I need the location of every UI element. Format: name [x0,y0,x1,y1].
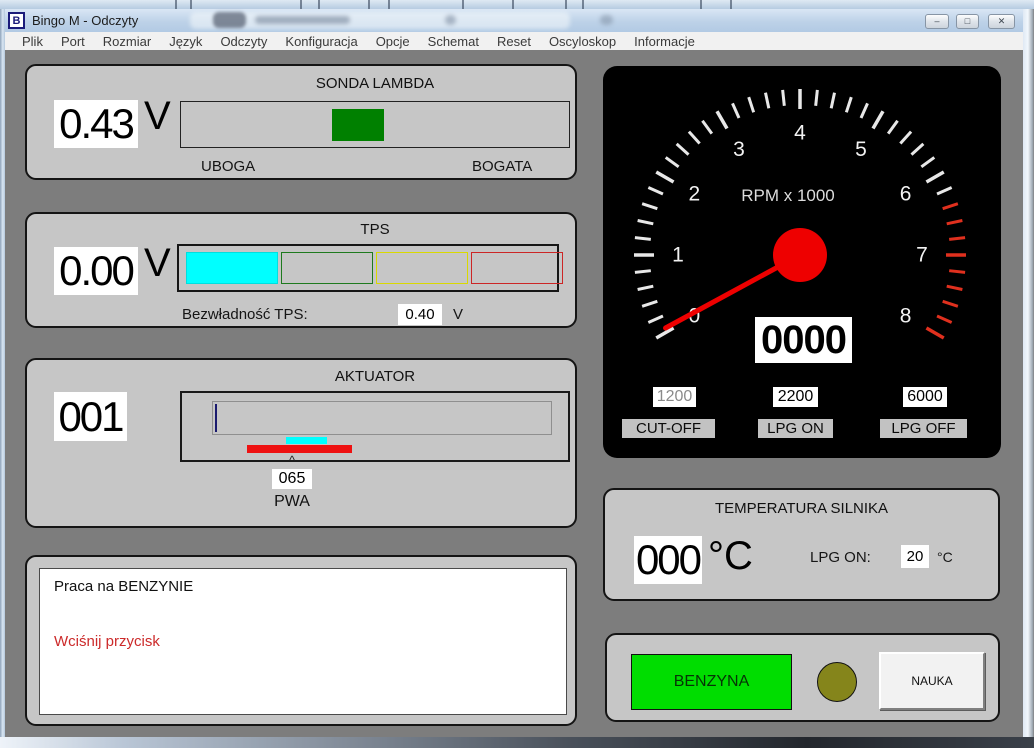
svg-text:5: 5 [855,138,867,161]
window-border-right [1023,9,1034,748]
tps-inertia-field[interactable]: 0.40 [398,304,442,325]
actuator-cursor [215,404,217,432]
actuator-cyan-bar [286,437,327,444]
actuator-red-bar [247,445,352,453]
svg-text:6: 6 [900,183,912,206]
menu-item-rozmiar[interactable]: Rozmiar [94,34,160,49]
background-window-artifact [213,12,246,28]
actuator-frame [180,391,570,462]
menu-item-odczyty[interactable]: Odczyty [211,34,276,49]
learn-button[interactable]: NAUKA [879,652,985,710]
actuator-title: AKTUATOR [180,368,570,385]
menu-item-reset[interactable]: Reset [488,34,540,49]
lambda-rich-label: BOGATA [472,158,532,175]
menu-item-jzyk[interactable]: Język [160,34,211,49]
temperature-value: 000 [634,536,702,584]
actuator-panel: AKTUATOR 001 ^ 065 PWA [25,358,577,528]
lambda-indicator [332,109,384,141]
title-bar: B Bingo M - Odczyty – □ ✕ [0,9,1034,32]
rpm-display: 0000 [755,317,852,363]
tps-unit: V [144,241,171,286]
status-led [817,662,857,702]
window-border-bottom [0,737,1034,748]
lpg-on-temp-unit: °C [937,549,953,565]
fuel-button[interactable]: BENZYNA [631,654,792,710]
svg-text:3: 3 [733,138,745,161]
tps-segment-4 [471,252,563,284]
menu-bar: PlikPortRozmiarJęzykOdczytyKonfiguracjaO… [5,32,1023,50]
tps-segment-3 [376,252,468,284]
tps-bar [177,244,559,292]
temperature-unit: °C [708,534,753,579]
menu-item-schemat[interactable]: Schemat [419,34,488,49]
window-border-left [0,9,5,748]
fuel-panel: BENZYNA NAUKA [605,633,1000,722]
window-title: Bingo M - Odczyty [32,13,138,28]
app-icon: B [8,12,25,29]
threshold-label-lpgon: LPG ON [758,419,833,438]
actuator-value: 001 [54,392,127,441]
temperature-panel: TEMPERATURA SILNIKA 000 °C LPG ON: 20 °C [603,488,1000,601]
maximize-button[interactable]: □ [956,14,979,29]
pwa-value: 065 [272,469,312,489]
svg-text:4: 4 [794,122,806,145]
menu-item-oscyloskop[interactable]: Oscyloskop [540,34,625,49]
tps-title: TPS [180,221,570,238]
background-window-artifact [190,12,570,29]
tps-panel: TPS 0.00 V Bezwładność TPS: 0.40 V [25,212,577,328]
lpg-on-temp-label: LPG ON: [810,549,871,566]
lambda-unit: V [144,94,171,139]
svg-text:2: 2 [689,183,701,206]
temperature-title: TEMPERATURA SILNIKA [605,500,998,517]
actuator-slider[interactable] [212,401,552,435]
threshold-value-cutoff[interactable]: 1200 [653,387,696,407]
threshold-value-lpgoff[interactable]: 6000 [903,387,947,407]
lpg-on-temp-field[interactable]: 20 [901,545,929,568]
message-line2: Wciśnij przycisk [54,633,160,650]
client-area: SONDA LAMBDA 0.43 V UBOGA BOGATA TPS 0.0… [5,50,1023,737]
threshold-value-lpgon[interactable]: 2200 [773,387,818,407]
lambda-value: 0.43 [54,100,138,148]
actuator-marker: ^ [289,453,295,468]
lambda-bar [180,101,570,148]
close-button[interactable]: ✕ [988,14,1015,29]
background-window-artifact [600,15,613,25]
screen: B Bingo M - Odczyty – □ ✕ PlikPortRozmia… [0,0,1034,748]
tps-inertia-unit: V [453,306,463,323]
menu-item-opcje[interactable]: Opcje [367,34,419,49]
menu-item-plik[interactable]: Plik [13,34,52,49]
tps-segment-2 [281,252,373,284]
message-line1: Praca na BENZYNIE [54,578,193,595]
svg-text:8: 8 [900,305,912,328]
background-window-artifact [255,16,350,24]
message-box: Praca na BENZYNIE Wciśnij przycisk [39,568,567,715]
svg-text:1: 1 [672,244,684,267]
message-panel: Praca na BENZYNIE Wciśnij przycisk [25,555,577,726]
tps-inertia-label: Bezwładność TPS: [182,306,308,323]
threshold-label-lpgoff: LPG OFF [880,419,967,438]
minimize-button[interactable]: – [925,14,949,29]
background-window-artifact [0,0,1034,9]
lambda-title: SONDA LAMBDA [180,75,570,92]
background-window-artifact [445,15,456,25]
svg-text:7: 7 [916,244,928,267]
threshold-label-cutoff: CUT-OFF [622,419,715,438]
rpm-gauge: RPM x 1000 012345678 0000 1200CUT-OFF220… [603,66,1001,458]
lambda-panel: SONDA LAMBDA 0.43 V UBOGA BOGATA [25,64,577,180]
tps-segment-1 [186,252,278,284]
menu-item-konfiguracja[interactable]: Konfiguracja [276,34,366,49]
pwa-label: PWA [268,493,316,511]
menu-item-informacje[interactable]: Informacje [625,34,704,49]
tps-value: 0.00 [54,247,138,295]
menu-item-port[interactable]: Port [52,34,94,49]
lambda-lean-label: UBOGA [201,158,255,175]
